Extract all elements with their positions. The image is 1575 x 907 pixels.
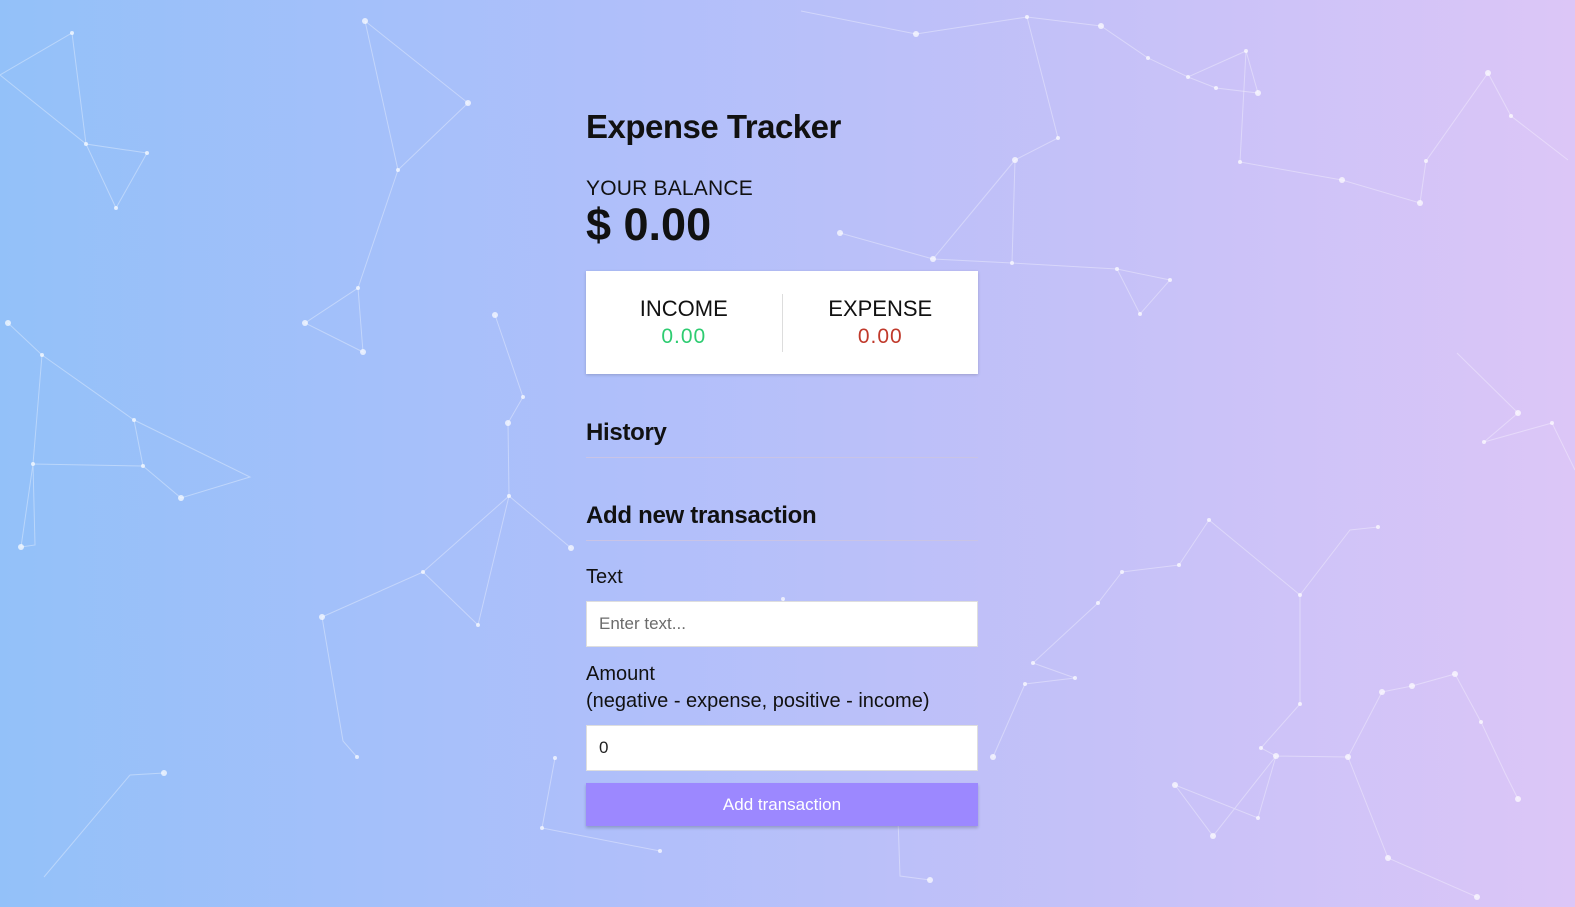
income-value: 0.00: [661, 324, 707, 348]
text-label: Text: [586, 566, 623, 588]
amount-label-title: Amount: [586, 663, 655, 685]
income-expense-card: INCOME 0.00 EXPENSE 0.00: [586, 271, 978, 374]
page-title: Expense Tracker: [586, 108, 841, 145]
expense-section: EXPENSE 0.00: [783, 295, 979, 351]
expense-tracker-container: Expense Tracker YOUR BALANCE $ 0.00 INCO…: [586, 107, 978, 826]
add-transaction-heading: Add new transaction: [586, 502, 978, 541]
income-section: INCOME 0.00: [586, 295, 782, 351]
expense-label: EXPENSE: [828, 295, 933, 321]
add-transaction-button[interactable]: Add transaction: [586, 783, 978, 826]
income-label: INCOME: [639, 295, 728, 321]
balance-label: YOUR BALANCE: [586, 177, 753, 200]
balance-value: $ 0.00: [586, 199, 712, 250]
add-transaction-form: Text Amount (negative - expense, positiv…: [586, 564, 978, 826]
history-heading: History: [586, 419, 978, 458]
amount-label: Amount (negative - expense, positive - i…: [586, 661, 978, 715]
expense-value: 0.00: [857, 324, 903, 348]
amount-label-hint: (negative - expense, positive - income): [586, 690, 930, 712]
text-input[interactable]: [586, 601, 978, 647]
amount-input[interactable]: [586, 725, 978, 771]
